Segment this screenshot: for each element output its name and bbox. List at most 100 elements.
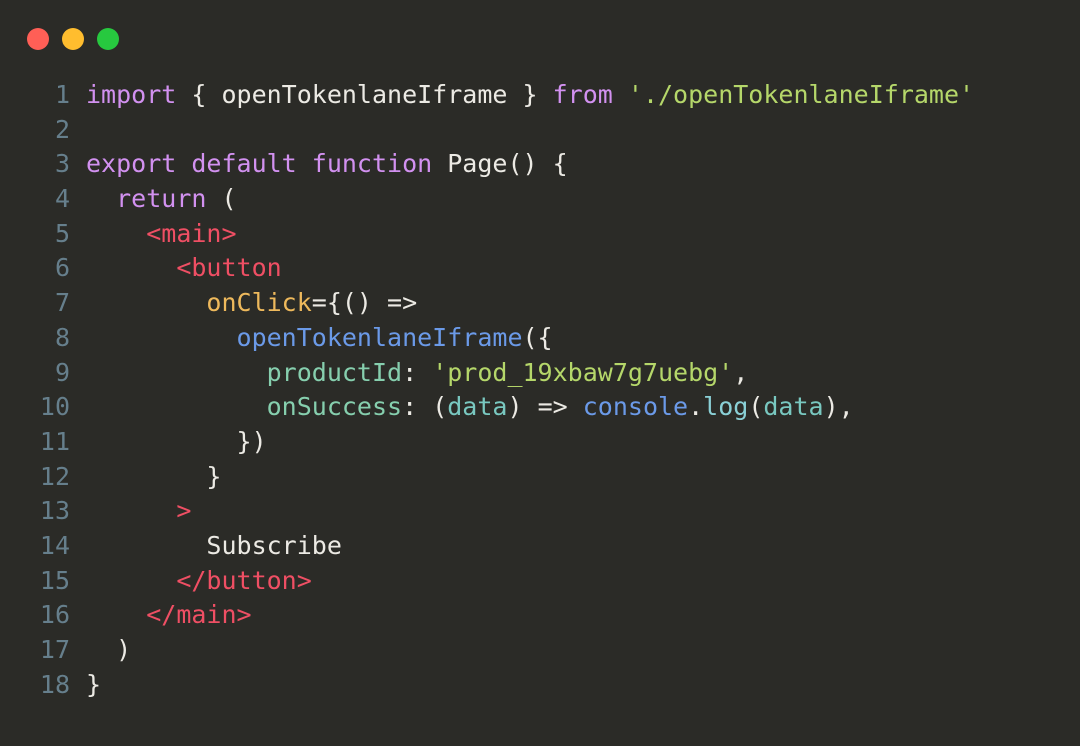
code-token: console [582, 392, 689, 422]
code-token: openTokenlaneIframe [236, 322, 523, 352]
line-number: 11 [39, 426, 70, 456]
code-token: ), [823, 392, 854, 422]
code-token: from [552, 80, 613, 109]
code-line: 18} [24, 668, 1060, 703]
code-line: 4 return ( [24, 182, 1060, 217]
code-line-text: <main> [86, 217, 1060, 252]
code-token: onClick [206, 288, 312, 318]
line-number: 15 [39, 565, 70, 595]
code-token: ( [206, 184, 237, 214]
code-token: import [86, 80, 177, 109]
code-token: log [703, 392, 749, 422]
maximize-window-button[interactable] [97, 28, 119, 50]
line-number: 17 [39, 635, 70, 664]
code-line-text: import { openTokenlaneIframe } from './o… [86, 78, 1060, 113]
code-token: data [763, 392, 824, 422]
line-number: 3 [54, 149, 70, 179]
code-token: <button [176, 253, 282, 283]
code-token: './openTokenlaneIframe' [627, 80, 975, 109]
traffic-light-group [27, 28, 119, 50]
code-token: Subscribe [86, 530, 342, 560]
line-number: 12 [39, 461, 70, 491]
code-line-text: Subscribe [86, 529, 1060, 564]
code-line: 17 ) [24, 633, 1060, 668]
line-number: 1 [54, 80, 70, 109]
code-line-text: }) [86, 425, 1060, 460]
code-token: Page [447, 149, 508, 179]
minimize-window-button[interactable] [62, 28, 84, 50]
code-line: 14 Subscribe [24, 529, 1060, 564]
code-token: onSuccess [266, 392, 403, 422]
line-number: 2 [54, 114, 70, 144]
window-titlebar [0, 0, 1080, 78]
code-editor[interactable]: 1 import { openTokenlaneIframe } from './… [0, 78, 1080, 702]
code-line: 5 <main> [24, 217, 1060, 252]
code-token: } [507, 80, 553, 109]
code-line: 1 import { openTokenlaneIframe } from './… [24, 78, 1060, 113]
code-token: data [447, 392, 508, 422]
code-token: ( [748, 392, 764, 422]
code-line: 16 </main> [24, 598, 1060, 633]
code-line: 6 <button [24, 251, 1060, 286]
code-token: : ( [402, 392, 448, 422]
code-line-text: } [86, 460, 1060, 495]
code-token: ) => [507, 392, 583, 422]
code-line: 8 openTokenlaneIframe({ [24, 321, 1060, 356]
code-token: ={() => [311, 288, 418, 318]
code-line: 13 > [24, 494, 1060, 529]
line-number: 13 [39, 496, 70, 526]
line-number: 9 [54, 357, 70, 387]
code-token: return [116, 184, 207, 214]
code-token: export default function [86, 149, 433, 179]
code-line: 11 }) [24, 425, 1060, 460]
code-line-text: onClick={() => [86, 286, 1060, 321]
code-line-text: </button> [86, 564, 1060, 599]
code-token: . [688, 392, 704, 422]
line-number: 18 [39, 669, 70, 699]
code-line-text: </main> [86, 598, 1060, 633]
close-window-button[interactable] [27, 28, 49, 50]
code-token: openTokenlaneIframe [221, 80, 508, 109]
line-number: 5 [54, 218, 70, 248]
code-token: ({ [522, 322, 553, 352]
code-line-text: > [86, 494, 1060, 529]
code-line-text: <button [86, 251, 1060, 286]
code-line: 2 [24, 113, 1060, 148]
code-token: </button> [176, 565, 312, 595]
code-token: </main> [146, 600, 252, 630]
line-number: 4 [54, 184, 70, 214]
code-line: 12 } [24, 460, 1060, 495]
code-token: () { [507, 149, 568, 179]
code-line: 7 onClick={() => [24, 286, 1060, 321]
code-token: productId [266, 357, 403, 387]
code-line-text: productId: 'prod_19xbaw7g7uebg', [86, 356, 1060, 391]
line-number: 7 [54, 288, 70, 318]
code-token: } [86, 461, 222, 491]
code-window: 1 import { openTokenlaneIframe } from './… [0, 0, 1080, 746]
code-line-text: export default function Page() { [86, 147, 1060, 182]
code-token: <main> [146, 218, 237, 248]
code-line-text: openTokenlaneIframe({ [86, 321, 1060, 356]
code-token: ) [86, 635, 132, 664]
code-line: 9 productId: 'prod_19xbaw7g7uebg', [24, 356, 1060, 391]
line-number: 14 [39, 530, 70, 560]
code-line-text: onSuccess: (data) => console.log(data), [86, 390, 1060, 425]
line-number: 8 [54, 322, 70, 352]
code-token: : [402, 357, 433, 387]
code-line-text: } [86, 668, 1060, 703]
line-number: 10 [39, 392, 70, 422]
code-token: }) [86, 426, 267, 456]
code-token: , [733, 357, 749, 387]
code-line: 10 onSuccess: (data) => console.log(data… [24, 390, 1060, 425]
code-line-text: return ( [86, 182, 1060, 217]
line-number: 6 [54, 253, 70, 283]
